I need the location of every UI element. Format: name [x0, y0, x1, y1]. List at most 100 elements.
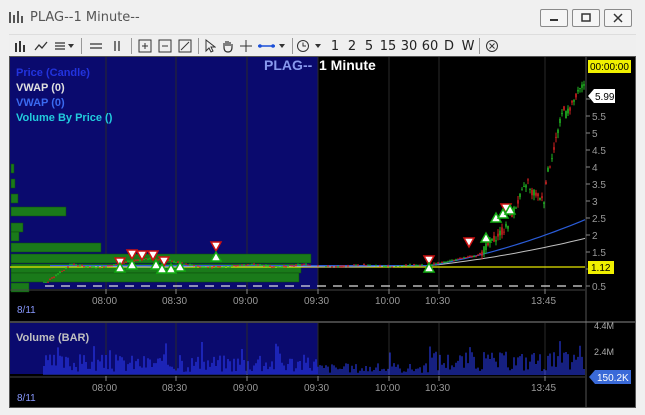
- legend-vwap-white[interactable]: VWAP (0): [16, 82, 65, 94]
- candle-body: [77, 265, 79, 267]
- volume-time-axis-ticks[interactable]: 08:00 08:30 09:00 09:30 10:00 10:30 13:45: [92, 376, 556, 394]
- interval-weekly-button[interactable]: W: [460, 35, 476, 57]
- candle-body: [189, 264, 191, 266]
- candle-body: [85, 266, 87, 268]
- cursor-arrow-icon: [205, 39, 216, 53]
- pan-tool-button[interactable]: [219, 35, 237, 57]
- candle-body: [473, 256, 475, 258]
- zoom-fit-button[interactable]: [135, 35, 155, 57]
- candle-body: [235, 265, 237, 267]
- candle-body: [237, 265, 239, 267]
- legend-price[interactable]: Price (Candle): [16, 67, 90, 79]
- candle-body: [431, 264, 433, 266]
- candle-body: [283, 265, 285, 267]
- zoom-out-box-icon: [158, 39, 172, 53]
- candle-body: [467, 256, 469, 258]
- candle-body: [173, 261, 175, 263]
- candle-body: [327, 265, 329, 267]
- candle-body: [93, 266, 95, 268]
- candle-body: [51, 277, 53, 279]
- interval-daily-button[interactable]: D: [442, 35, 456, 57]
- clock-icon: [297, 40, 321, 52]
- time-axis-ticks[interactable]: 08:00 08:30 09:00 09:30 10:00 10:30 13:45: [92, 289, 556, 307]
- studies-dropdown[interactable]: [51, 35, 79, 57]
- candle-body: [569, 107, 571, 111]
- title-bar[interactable]: PLAG--1 Minute--: [0, 0, 645, 34]
- horizontal-split-icon: [90, 43, 102, 49]
- interval-60-button[interactable]: 60: [420, 35, 440, 57]
- crosshair-tool-button[interactable]: [237, 35, 255, 57]
- candle-body: [445, 261, 447, 263]
- vertical-layout-button[interactable]: [107, 35, 127, 57]
- candle-body: [171, 260, 173, 262]
- candle-body: [221, 267, 223, 269]
- clock-dropdown[interactable]: [295, 35, 325, 57]
- horizontal-line-tool-icon: [258, 44, 285, 48]
- candle-body: [413, 263, 415, 266]
- pointer-tool-button[interactable]: [201, 35, 219, 57]
- price-axis-tick-label: 2.5: [592, 214, 606, 225]
- chart-heading-symbol: PLAG: [264, 57, 303, 73]
- candle-body: [137, 259, 139, 261]
- candle-body: [305, 264, 307, 266]
- chart-area[interactable]: PLAG -- 1 Minute Price (Candle) VWAP (0)…: [9, 56, 636, 408]
- zoom-reset-button[interactable]: [175, 35, 195, 57]
- volume-panel-label[interactable]: Volume (BAR): [16, 332, 89, 344]
- interval-15-button[interactable]: 15: [378, 35, 398, 57]
- candle-body: [169, 260, 171, 262]
- candle-body: [253, 263, 255, 265]
- close-button[interactable]: [604, 9, 632, 27]
- candle-body: [95, 267, 97, 269]
- chart-app-icon: [9, 11, 23, 23]
- drawing-line-dropdown[interactable]: [255, 35, 289, 57]
- time-axis-tick-label: 10:30: [425, 296, 450, 307]
- line-chart-style-button[interactable]: [31, 35, 51, 57]
- candle-body: [503, 231, 505, 233]
- candle-body: [495, 240, 497, 242]
- candle-body: [241, 264, 243, 266]
- candle-body: [103, 266, 105, 268]
- candle-body: [507, 225, 509, 229]
- candle-body: [209, 266, 211, 268]
- maximize-icon: [581, 13, 591, 22]
- sell-marker: [462, 237, 476, 249]
- candle-body: [419, 264, 421, 266]
- candle-body: [407, 265, 409, 267]
- candle-body: [547, 167, 549, 172]
- candle-body: [245, 264, 247, 266]
- interval-30-button[interactable]: 30: [399, 35, 419, 57]
- interval-1-button[interactable]: 1: [328, 35, 342, 57]
- candle-body: [437, 262, 439, 264]
- window-title: PLAG--1 Minute--: [30, 10, 140, 25]
- horizontal-layout-button[interactable]: [85, 35, 107, 57]
- minimize-button[interactable]: [540, 9, 568, 27]
- candle-body: [259, 264, 261, 266]
- candle-body: [317, 265, 319, 267]
- zoom-out-button[interactable]: [155, 35, 175, 57]
- candle-body: [451, 259, 453, 261]
- candle-body: [385, 266, 387, 268]
- candle-body: [535, 192, 537, 196]
- legend-volume-by-price[interactable]: Volume By Price (): [16, 112, 113, 124]
- interval-2-button[interactable]: 2: [345, 35, 359, 57]
- price-axis-tick-label: 4.5: [592, 146, 606, 157]
- time-axis-tick-label: 08:00: [92, 383, 117, 394]
- legend-vwap-blue[interactable]: VWAP (0): [16, 97, 65, 109]
- chart-canvas[interactable]: PLAG -- 1 Minute Price (Candle) VWAP (0)…: [10, 57, 635, 407]
- candle-body: [347, 265, 349, 267]
- interval-5-button[interactable]: 5: [362, 35, 376, 57]
- candle-body: [185, 263, 187, 265]
- candle-body: [447, 261, 449, 263]
- candle-body: [335, 266, 337, 268]
- bar-chart-style-button[interactable]: [11, 35, 31, 57]
- cancel-button[interactable]: [483, 35, 501, 57]
- chart-window: PLAG--1 Minute-- 1 2 5 15 30 60 D W PLAG…: [0, 0, 645, 415]
- candle-body: [477, 254, 479, 256]
- maximize-button[interactable]: [572, 9, 600, 27]
- candle-body: [459, 258, 461, 260]
- vbp-bar: [10, 282, 30, 293]
- candle-body: [553, 147, 555, 150]
- candle-body: [255, 264, 257, 266]
- candle-body: [449, 260, 451, 262]
- candle-body: [157, 259, 159, 261]
